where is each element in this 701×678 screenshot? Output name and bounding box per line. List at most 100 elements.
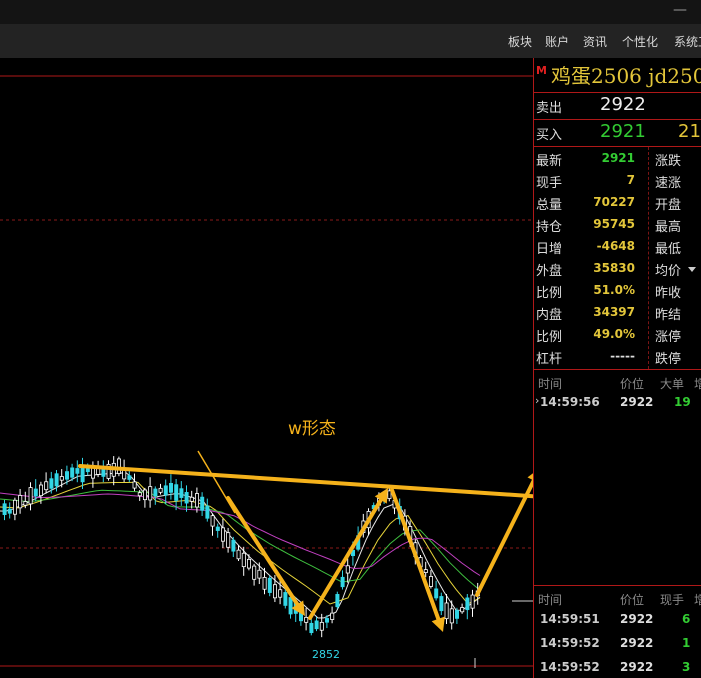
header-time: 时间 — [538, 593, 563, 607]
candle-body — [18, 495, 23, 509]
candle-body — [158, 487, 163, 493]
candle-body — [75, 468, 80, 474]
header-price: 价位 — [620, 593, 645, 607]
candle-body — [174, 484, 179, 501]
candle-body — [252, 565, 257, 580]
menu-item-personalize[interactable]: 个性化 — [622, 33, 658, 50]
menu-item-system[interactable]: 系统工 — [674, 33, 701, 50]
menu-bar: 板块 账户 资讯 个性化 系统工 — [0, 24, 701, 59]
stat-row: 日增 -4648 最低 — [534, 235, 701, 257]
tick-price: 2922 — [620, 660, 654, 674]
candle-body — [49, 478, 54, 489]
candle-body — [335, 594, 340, 608]
candle-body — [319, 621, 324, 631]
big-order-row[interactable]: › 14:59:56 2922 19 — [534, 391, 701, 413]
candle-body — [127, 475, 132, 480]
candle-body — [428, 576, 433, 587]
candle-body — [23, 501, 28, 506]
candle-body — [210, 515, 215, 527]
candle-body — [434, 588, 439, 599]
candle-body — [44, 481, 49, 491]
stat-label-right: 最高 — [655, 220, 682, 235]
minimize-icon[interactable]: — — [673, 2, 687, 18]
candle-body — [267, 577, 272, 593]
moving-average-line — [0, 472, 481, 619]
menu-item-news[interactable]: 资讯 — [583, 33, 607, 50]
candle-body — [189, 496, 194, 502]
stat-label: 比例 — [536, 330, 563, 345]
kline-chart[interactable]: 2852 w形态 — [0, 58, 533, 678]
big-order-header: 时间 价位 大单 增 — [534, 371, 701, 393]
stat-label-right: 均价 — [655, 264, 682, 279]
bid-price: 2921 — [600, 121, 646, 142]
stat-row: 内盘 34397 昨结 — [534, 301, 701, 323]
stat-label-right: 最低 — [655, 242, 682, 257]
tick-volume: 1 — [682, 636, 691, 650]
candle-body — [28, 487, 33, 505]
stat-label-right: 涨停 — [655, 330, 682, 345]
candle-body — [272, 584, 277, 599]
tick-volume: 3 — [682, 660, 691, 674]
tick-time: 14:59:52 — [540, 660, 600, 674]
candle-body — [262, 577, 267, 590]
candle-body — [39, 484, 44, 497]
candle-body — [200, 496, 205, 511]
ask-row[interactable]: 卖出 2922 — [534, 93, 701, 120]
stats-table: 最新 2921 涨跌 现手 7 速涨 总量 70227 开盘 持仓 95745 最高 日增 -4648 最低… — [534, 147, 701, 370]
dropdown-caret-icon[interactable] — [688, 267, 696, 272]
candle-body — [288, 597, 293, 615]
candle-body — [117, 458, 122, 474]
candle-body — [163, 485, 168, 496]
candle-body — [241, 552, 246, 568]
candle-body — [470, 594, 475, 609]
candle-body — [184, 492, 189, 504]
stat-label-right: 昨结 — [655, 308, 682, 323]
moving-average-lines — [0, 472, 481, 619]
tick-price: 2922 — [620, 612, 654, 626]
stat-row: 持仓 95745 最高 — [534, 213, 701, 235]
quote-panel: M 鸡蛋2506 jd2506 卖出 2922 买入 2921 21 最新 292… — [534, 58, 701, 678]
tick-row[interactable]: 14:59:52 2922 3 — [534, 656, 701, 678]
candlestick-series — [2, 456, 480, 638]
candle-body — [324, 618, 329, 623]
candle-body — [168, 482, 173, 493]
ask-label: 卖出 — [536, 101, 563, 116]
stat-label-right: 涨跌 — [655, 154, 682, 169]
candle-body — [70, 467, 75, 478]
tick-row[interactable]: 14:59:51 2922 6 — [534, 608, 701, 630]
menu-item-sector[interactable]: 板块 — [508, 33, 532, 50]
kline-chart-canvas: 2852 w形态 — [0, 75, 533, 668]
stat-value: ----- — [610, 349, 635, 363]
bid-label: 买入 — [536, 128, 563, 143]
stat-label-right: 昨收 — [655, 286, 682, 301]
low-price-label: 2852 — [312, 648, 340, 661]
candle-body — [423, 569, 428, 574]
candle-body — [142, 489, 147, 501]
bid-row[interactable]: 买入 2921 21 — [534, 120, 701, 147]
menu-item-account[interactable]: 账户 — [545, 33, 569, 50]
candle-body — [54, 473, 59, 487]
bid-volume: 21 — [678, 121, 701, 142]
stat-label: 最新 — [536, 154, 563, 169]
stat-row: 外盘 35830 均价 — [534, 257, 701, 279]
candle-body — [85, 467, 90, 473]
candle-body — [132, 481, 137, 489]
tick-row[interactable]: 14:59:52 2922 1 — [534, 632, 701, 654]
candle-body — [465, 597, 470, 611]
candle-body — [231, 539, 236, 552]
stat-value: 51.0% — [593, 283, 635, 297]
stats-divider — [648, 147, 649, 369]
stat-label: 总量 — [536, 198, 563, 213]
candle-body — [304, 616, 309, 623]
stat-label-right: 开盘 — [655, 198, 682, 213]
candle-body — [65, 471, 70, 480]
stat-label-right: 速涨 — [655, 176, 682, 191]
candle-body — [220, 527, 225, 542]
stat-row: 现手 7 速涨 — [534, 169, 701, 191]
tick-price: 2922 — [620, 636, 654, 650]
candle-body — [460, 607, 465, 613]
candle-body — [205, 505, 210, 519]
stat-value: 34397 — [593, 305, 635, 319]
stat-value: 35830 — [593, 261, 635, 275]
contract-title-row[interactable]: M 鸡蛋2506 jd2506 — [534, 58, 701, 93]
